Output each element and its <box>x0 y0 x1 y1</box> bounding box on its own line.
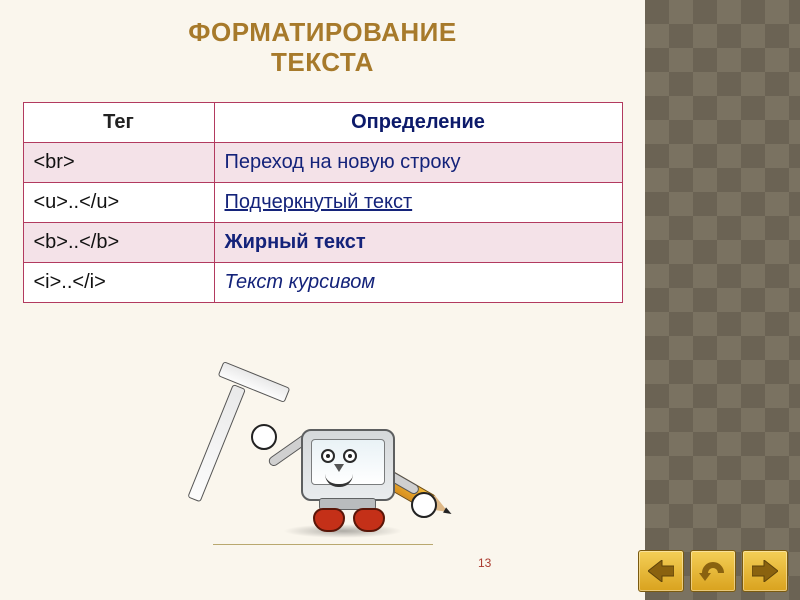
slide-nav <box>638 550 788 592</box>
cell-definition: Подчеркнутый текст <box>214 182 622 222</box>
header-definition: Определение <box>214 102 622 142</box>
cell-tag: <u>..</u> <box>23 182 214 222</box>
home-button[interactable] <box>690 550 736 592</box>
side-decor-pattern <box>645 0 800 600</box>
next-button[interactable] <box>742 550 788 592</box>
computer-mascot-icon <box>301 429 395 501</box>
u-turn-icon <box>699 559 727 583</box>
table-row: <i>..</i> Текст курсивом <box>23 262 622 302</box>
tags-table: Тег Определение <br> Переход на новую ст… <box>23 102 623 303</box>
arrow-right-icon <box>752 560 778 582</box>
header-tag: Тег <box>23 102 214 142</box>
cell-definition: Переход на новую строку <box>214 142 622 182</box>
title-line-1: ФОРМАТИРОВАНИЕ <box>188 17 456 47</box>
page-number: 13 <box>478 556 491 570</box>
table-row: <br> Переход на новую строку <box>23 142 622 182</box>
table-header-row: Тег Определение <box>23 102 622 142</box>
table-row: <u>..</u> Подчеркнутый текст <box>23 182 622 222</box>
slide-title: ФОРМАТИРОВАНИЕ ТЕКСТА <box>10 18 635 78</box>
slide-content: ФОРМАТИРОВАНИЕ ТЕКСТА Тег Определение <b… <box>0 0 645 600</box>
table-row: <b>..</b> Жирный текст <box>23 222 622 262</box>
arrow-left-icon <box>648 560 674 582</box>
cell-tag: <i>..</i> <box>23 262 214 302</box>
cell-tag: <b>..</b> <box>23 222 214 262</box>
title-line-2: ТЕКСТА <box>271 47 374 77</box>
slide: ФОРМАТИРОВАНИЕ ТЕКСТА Тег Определение <b… <box>0 0 800 600</box>
prev-button[interactable] <box>638 550 684 592</box>
cell-definition: Жирный текст <box>214 222 622 262</box>
mascot-illustration <box>213 374 433 545</box>
cell-tag: <br> <box>23 142 214 182</box>
cell-definition: Текст курсивом <box>214 262 622 302</box>
